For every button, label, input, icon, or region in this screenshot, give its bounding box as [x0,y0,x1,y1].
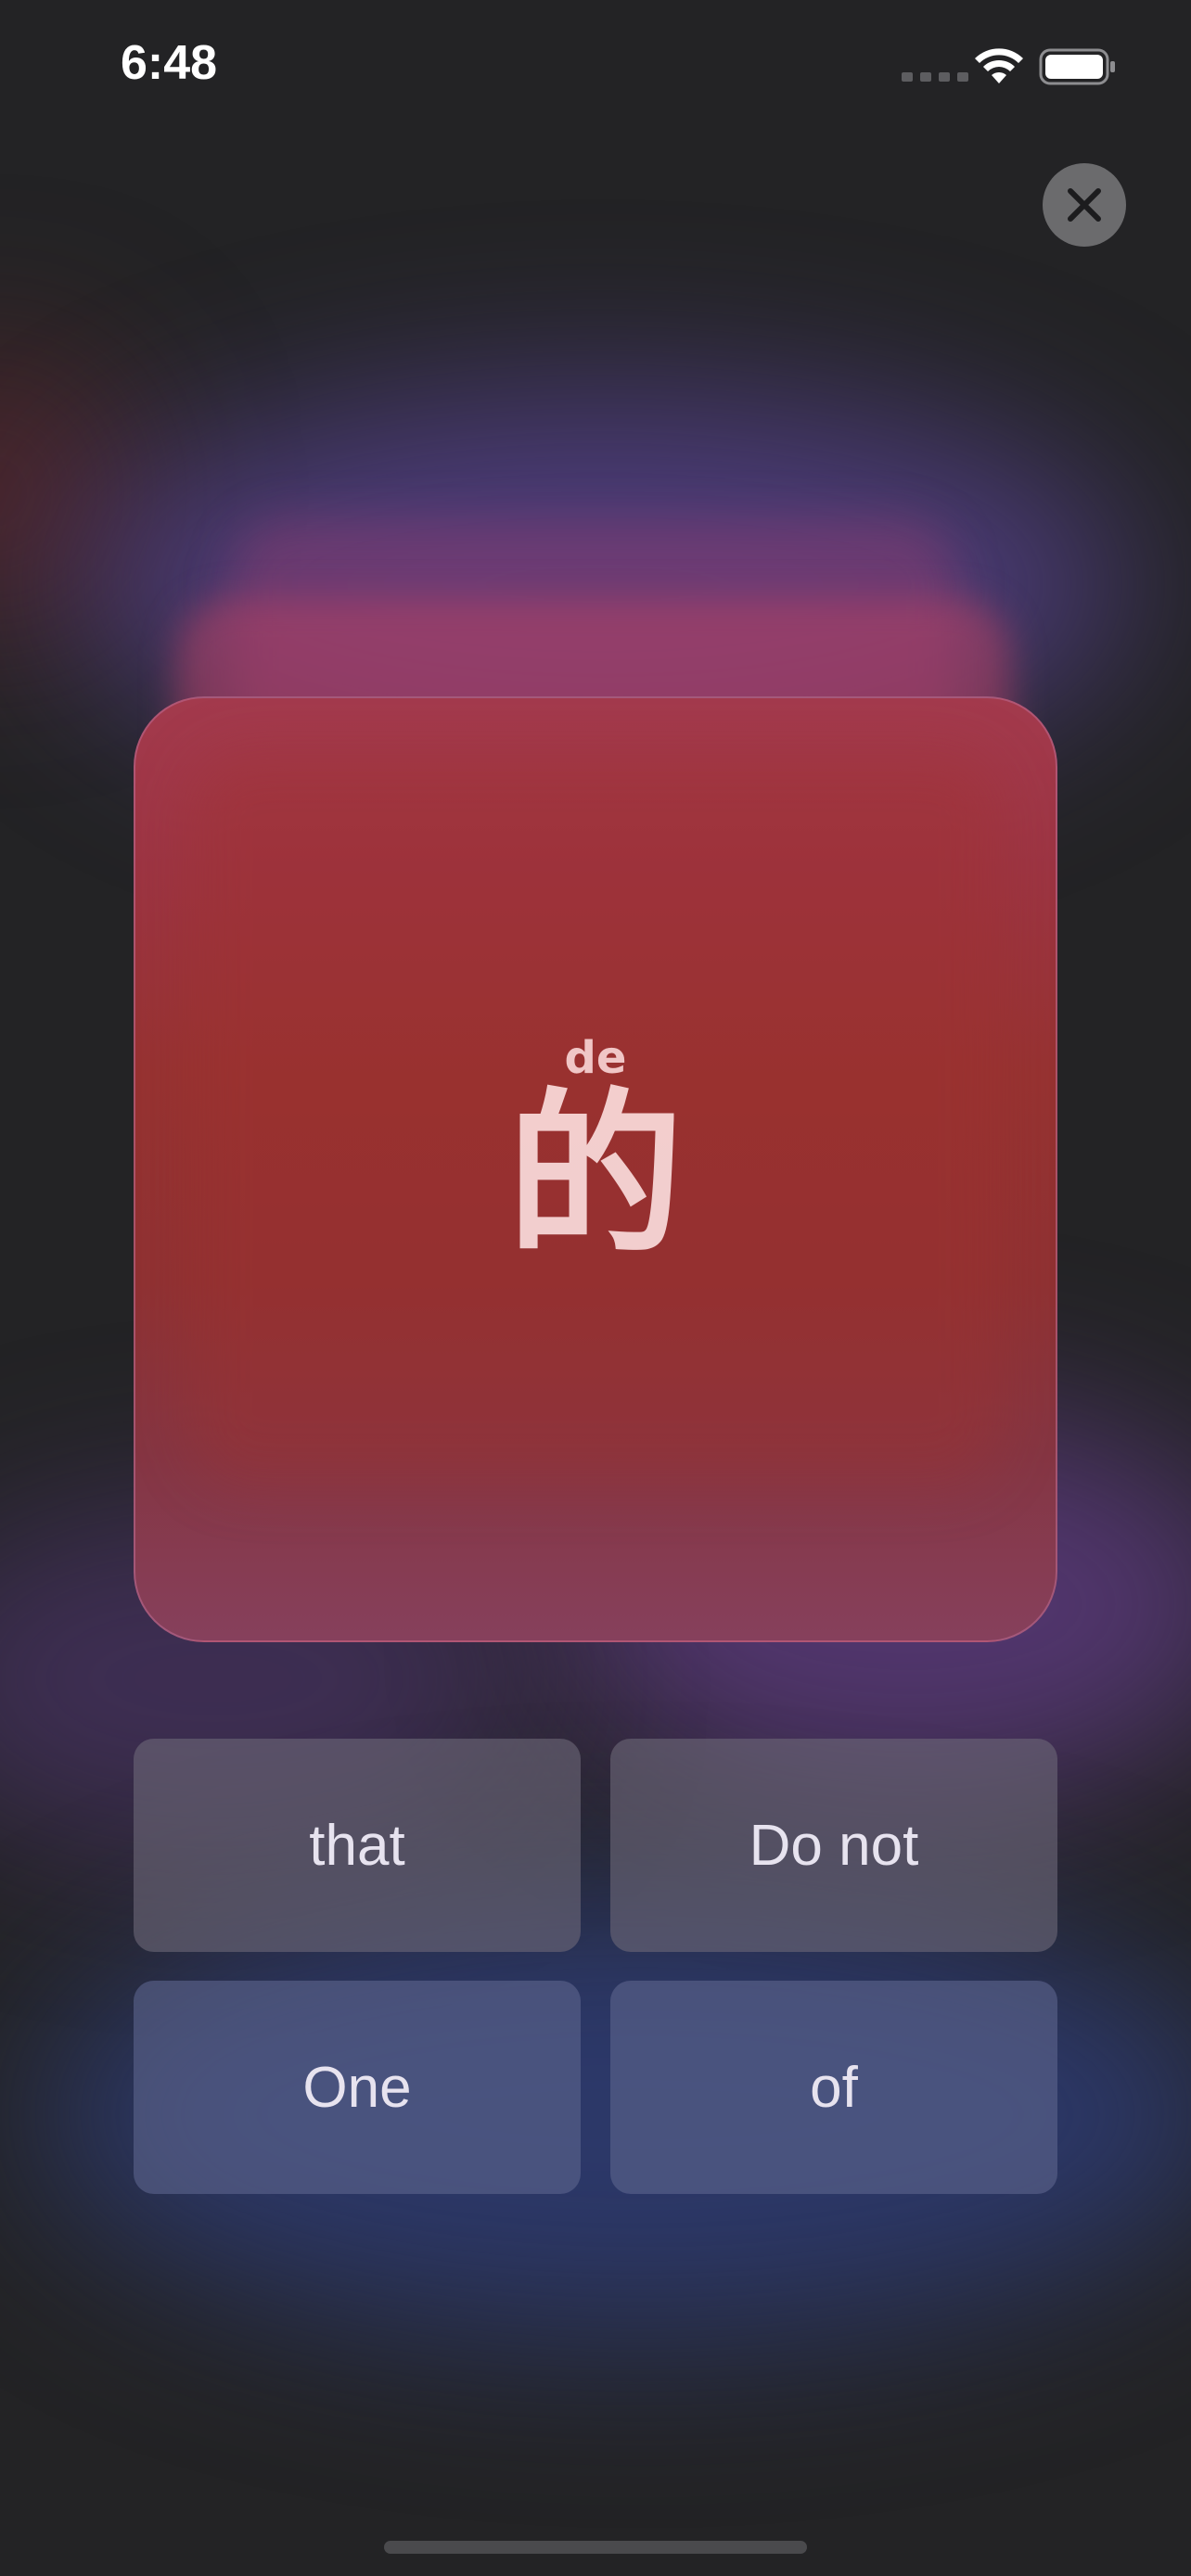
card-character: 的 [506,1073,684,1278]
answer-option-do-not[interactable]: Do not [610,1739,1057,1952]
close-icon [1068,188,1101,222]
close-button[interactable] [1043,163,1126,247]
status-time: 6:48 [121,36,218,90]
wifi-icon [975,48,1023,83]
answer-option-of[interactable]: of [610,1981,1057,2194]
home-indicator [384,2541,807,2554]
cellular-signal-icon [902,72,968,82]
flashcard-quiz-screen: 6:48 de 的 that Do not One of [0,0,1191,2576]
flashcard[interactable]: de 的 [134,696,1057,1642]
answer-option-that[interactable]: that [134,1739,581,1952]
answer-option-one[interactable]: One [134,1981,581,2194]
battery-icon [1039,48,1115,85]
